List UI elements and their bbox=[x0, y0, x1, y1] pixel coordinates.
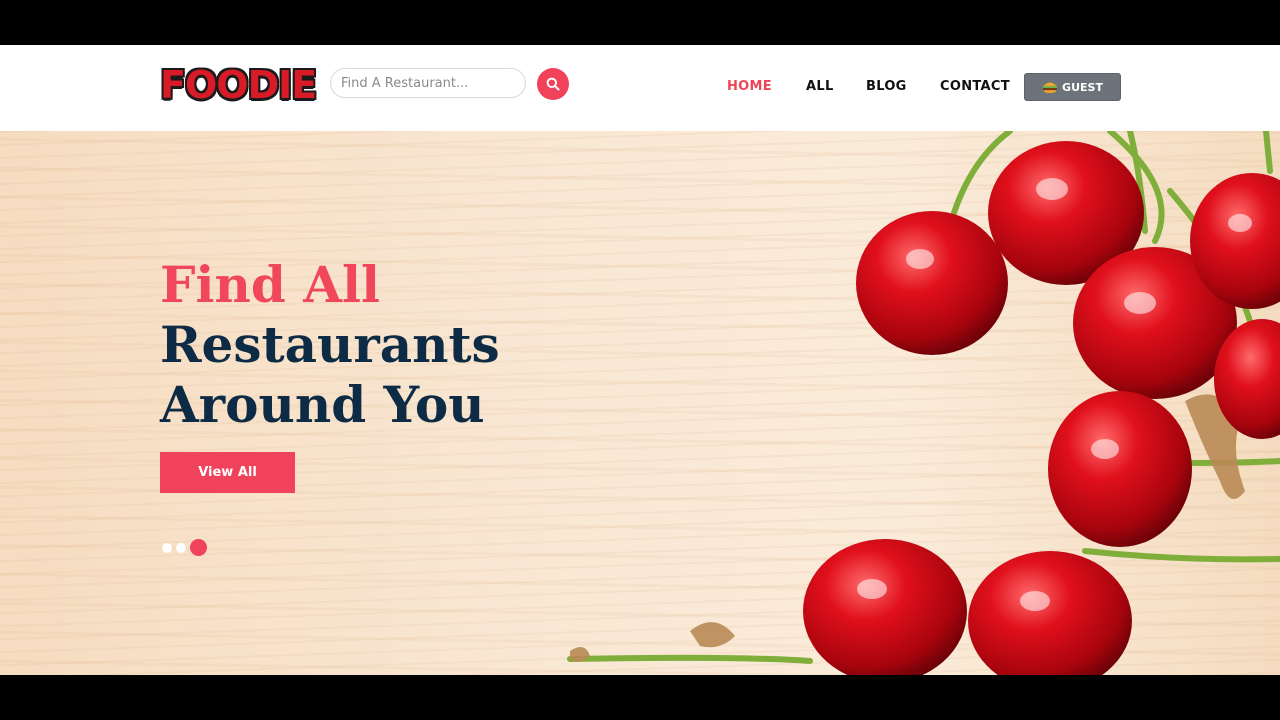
nav-blog[interactable]: BLOG bbox=[866, 79, 907, 94]
nav-home[interactable]: HOME bbox=[727, 79, 772, 94]
site-header: FOODIE HOME ALL BLOG CONTACT GUEST bbox=[0, 45, 1280, 131]
search-input[interactable] bbox=[330, 68, 526, 98]
search-icon bbox=[546, 77, 560, 91]
nav-all[interactable]: ALL bbox=[806, 79, 834, 94]
letterbox-bottom bbox=[0, 675, 1280, 720]
hero-title-line-1: Find All bbox=[160, 255, 380, 314]
slider-dot-3-active[interactable] bbox=[190, 539, 207, 556]
burger-icon bbox=[1043, 82, 1058, 93]
guest-label: GUEST bbox=[1062, 80, 1103, 94]
cherries-image bbox=[567, 131, 1280, 675]
slider-dot-1[interactable] bbox=[162, 542, 172, 553]
slider-dots bbox=[162, 539, 207, 556]
hero-banner: Find All Restaurants Around You View All bbox=[0, 131, 1280, 675]
guest-button[interactable]: GUEST bbox=[1024, 73, 1121, 101]
hero-title: Find All Restaurants Around You bbox=[160, 255, 500, 435]
slider-dot-2[interactable] bbox=[176, 542, 186, 553]
hero-title-line-2: Restaurants bbox=[160, 315, 500, 374]
nav-contact[interactable]: CONTACT bbox=[940, 79, 1010, 94]
search-button[interactable] bbox=[537, 68, 569, 100]
letterbox-top bbox=[0, 0, 1280, 45]
foodie-logo[interactable]: FOODIE bbox=[160, 63, 317, 107]
hero-title-line-3: Around You bbox=[160, 375, 485, 434]
view-all-button[interactable]: View All bbox=[160, 452, 295, 493]
